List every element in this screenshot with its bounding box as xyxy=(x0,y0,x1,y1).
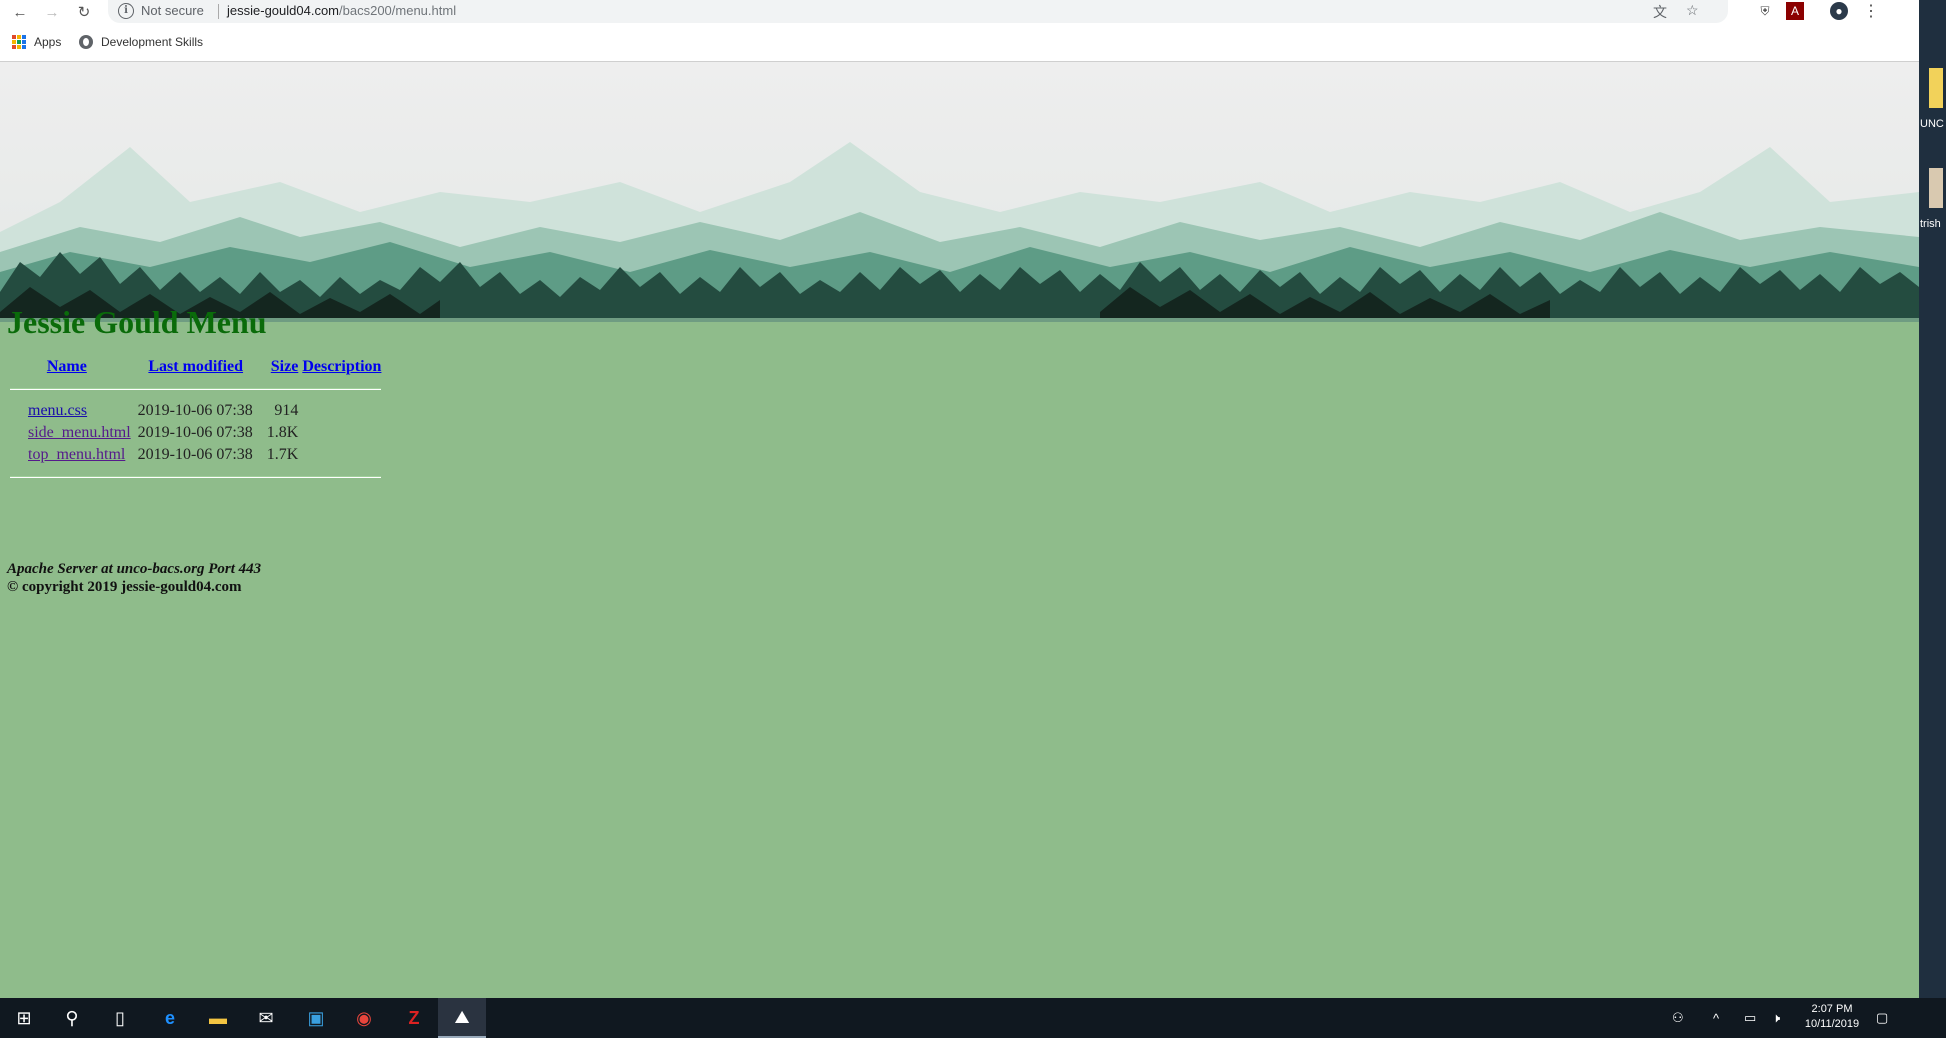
clock-date: 10/11/2019 xyxy=(1804,1018,1860,1030)
desktop-icon-label: trish xyxy=(1920,218,1941,230)
table-row: side_menu.html 2019-10-06 07:38 1.8K xyxy=(7,422,385,444)
bookmark-development-skills-label: Development Skills xyxy=(101,35,204,49)
file-name-cell: side_menu.html xyxy=(25,422,135,444)
file-name-cell: menu.css xyxy=(25,400,135,422)
back-icon[interactable]: ← xyxy=(10,2,30,22)
sort-by-description-link[interactable]: Description xyxy=(302,358,381,375)
address-divider xyxy=(218,4,219,19)
app-store-icon[interactable]: ▣ xyxy=(292,998,340,1038)
file-description-cell xyxy=(302,444,385,466)
apps-grid-icon xyxy=(12,35,26,49)
desktop-background: UNC trish xyxy=(1919,0,1946,998)
desktop-icon-label: UNC xyxy=(1920,118,1944,130)
column-name[interactable]: Name xyxy=(25,355,135,378)
page-title: Jessie Gould Menu xyxy=(7,304,267,340)
task-view-icon[interactable]: ▯ xyxy=(96,998,144,1038)
action-center-icon[interactable]: ▢ xyxy=(1876,998,1888,1038)
edge-browser-icon[interactable]: e xyxy=(146,998,194,1038)
file-link-menu-css[interactable]: menu.css xyxy=(28,402,87,419)
security-label: Not secure xyxy=(141,3,204,18)
address-bar[interactable]: i Not secure jessie-gould04.com/bacs200/… xyxy=(108,0,1728,23)
header-divider xyxy=(10,388,382,390)
photos-app-icon[interactable]: ⛰ xyxy=(438,998,486,1038)
column-last-modified[interactable]: Last modified xyxy=(135,355,257,378)
windows-start-icon[interactable]: ⊞ xyxy=(0,998,48,1038)
file-size-cell: 1.8K xyxy=(266,424,299,441)
file-modified-cell: 2019-10-06 07:38 xyxy=(137,446,253,463)
copyright-text: © copyright 2019 jessie-gould04.com xyxy=(7,579,242,595)
url-text[interactable]: jessie-gould04.com/bacs200/menu.html xyxy=(227,3,456,18)
file-name-cell: top_menu.html xyxy=(25,444,135,466)
taskbar: ⊞ ⚲ ▯ e ▬ ✉ ▣ ◉ Z ⛰ ⚇ ^ ▭ 🕨 2:07 PM 10/1… xyxy=(0,998,1946,1038)
page-viewport xyxy=(0,62,1919,998)
header-divider-row xyxy=(7,378,385,400)
mountain-banner-image xyxy=(0,62,1919,322)
show-hidden-icons-chevron[interactable]: ^ xyxy=(1713,998,1719,1038)
server-address: Apache Server at unco-bacs.org Port 443 xyxy=(7,561,262,577)
table-row: menu.css 2019-10-06 07:38 914 xyxy=(7,400,385,422)
taskbar-clock[interactable]: 2:07 PM 10/11/2019 xyxy=(1797,1002,1867,1032)
translate-icon[interactable]: 文 xyxy=(1653,2,1667,22)
clock-time: 2:07 PM xyxy=(1811,1003,1853,1015)
bookmarks-bar: Apps Development Skills xyxy=(0,31,1919,55)
reload-icon[interactable]: ↻ xyxy=(74,2,94,22)
file-description-cell xyxy=(302,400,385,422)
people-icon[interactable]: ⚇ xyxy=(1672,998,1684,1038)
file-description-cell xyxy=(302,422,385,444)
search-icon[interactable]: ⚲ xyxy=(48,998,96,1038)
forward-icon[interactable]: → xyxy=(42,2,62,22)
file-size-cell: 914 xyxy=(274,402,299,419)
footer-divider xyxy=(10,476,382,478)
bookmark-star-icon[interactable]: ☆ xyxy=(1686,2,1699,19)
column-description[interactable]: Description xyxy=(302,355,385,378)
chrome-icon[interactable]: ◉ xyxy=(340,998,388,1038)
sort-by-size-link[interactable]: Size xyxy=(271,358,299,375)
table-header-row: Name Last modified Size Description xyxy=(7,355,385,378)
url-domain: jessie-gould04.com xyxy=(227,3,340,18)
folder-icon[interactable] xyxy=(1929,68,1943,108)
profile-avatar[interactable]: ● xyxy=(1830,2,1848,20)
menu-kebab-icon[interactable]: ⋮ xyxy=(1862,2,1880,20)
mail-icon[interactable]: ✉ xyxy=(242,998,290,1038)
file-modified-cell: 2019-10-06 07:38 xyxy=(137,424,253,441)
browser-chrome: ← → ↻ i Not secure jessie-gould04.com/ba… xyxy=(0,0,1919,62)
sort-by-name-link[interactable]: Name xyxy=(47,358,87,375)
bookmark-apps-label: Apps xyxy=(34,35,62,49)
icon-column-header xyxy=(7,355,25,378)
bookmark-apps[interactable]: Apps xyxy=(12,35,61,49)
footer-divider-row xyxy=(7,466,385,488)
filezilla-icon[interactable]: Z xyxy=(390,998,438,1038)
url-path: /bacs200/menu.html xyxy=(339,3,457,18)
column-size[interactable]: Size xyxy=(257,355,303,378)
mountain-banner xyxy=(0,62,1919,322)
file-explorer-icon[interactable]: ▬ xyxy=(194,998,242,1038)
file-size-cell: 1.7K xyxy=(266,446,299,463)
pdf-extension-icon[interactable]: A xyxy=(1786,2,1804,20)
file-modified-cell: 2019-10-06 07:38 xyxy=(137,402,253,419)
network-icon[interactable]: ▭ xyxy=(1744,998,1756,1038)
globe-icon xyxy=(79,35,93,49)
image-file-icon[interactable] xyxy=(1929,168,1943,208)
table-row: top_menu.html 2019-10-06 07:38 1.7K xyxy=(7,444,385,466)
info-icon[interactable]: i xyxy=(118,3,134,19)
directory-listing-table: Name Last modified Size Description menu… xyxy=(7,355,385,488)
shield-extension-icon[interactable]: ⛨ xyxy=(1756,2,1774,20)
volume-muted-icon[interactable]: 🕨 xyxy=(1772,998,1780,1038)
bookmark-development-skills[interactable]: Development Skills xyxy=(79,35,203,49)
sort-by-last-modified-link[interactable]: Last modified xyxy=(148,358,243,375)
file-link-top-menu-html[interactable]: top_menu.html xyxy=(28,446,125,463)
browser-toolbar: ← → ↻ i Not secure jessie-gould04.com/ba… xyxy=(0,0,1919,23)
file-link-side-menu-html[interactable]: side_menu.html xyxy=(28,424,131,441)
